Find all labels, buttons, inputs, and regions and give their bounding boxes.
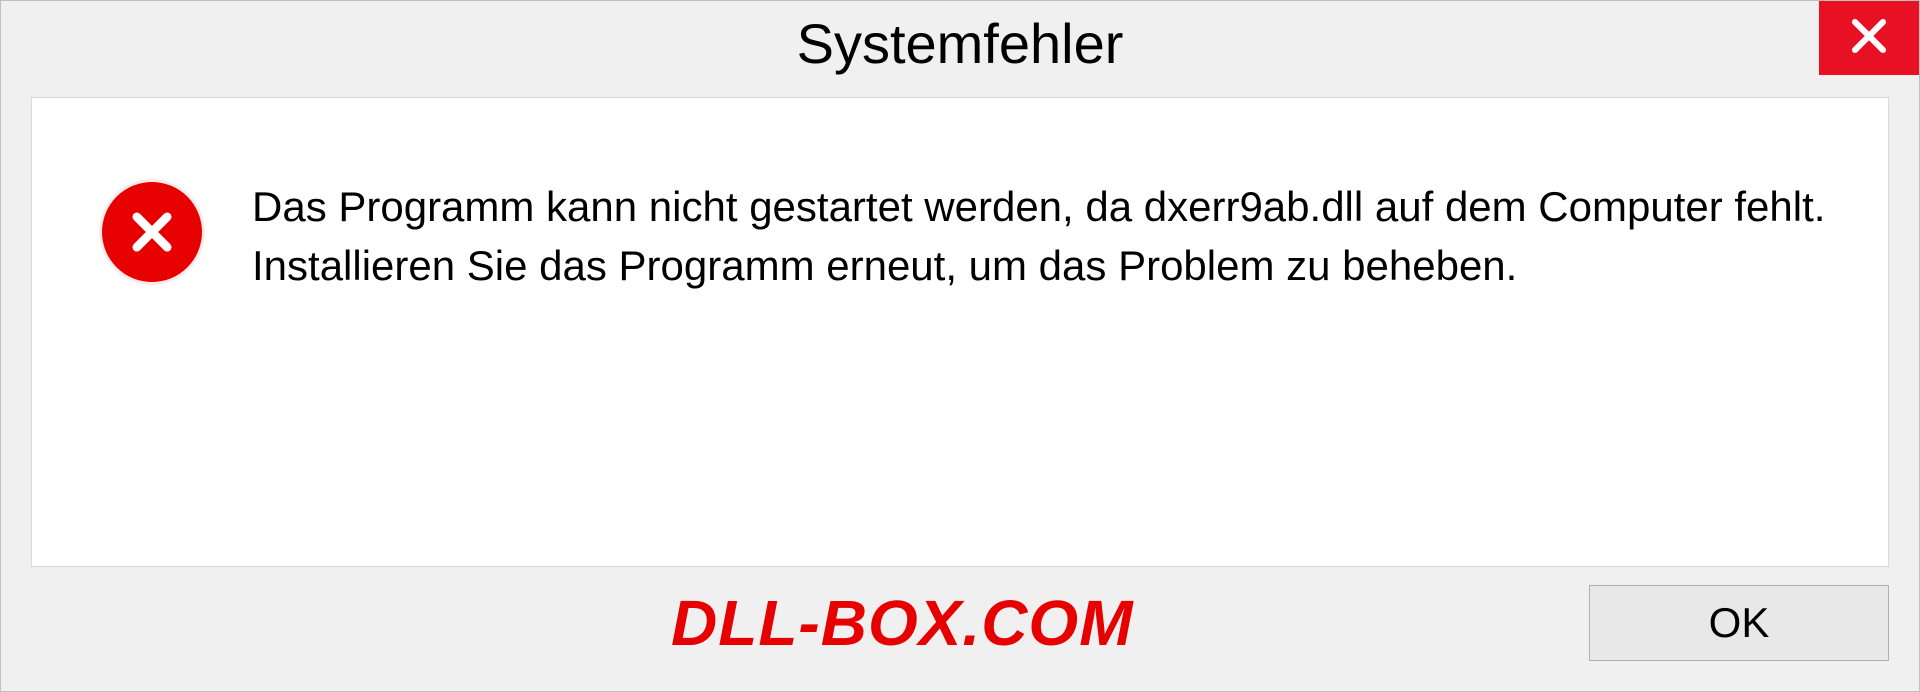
error-icon bbox=[102, 182, 202, 282]
ok-button[interactable]: OK bbox=[1589, 585, 1889, 661]
watermark-text: DLL-BOX.COM bbox=[671, 586, 1134, 660]
content-panel: Das Programm kann nicht gestartet werden… bbox=[31, 97, 1889, 567]
error-dialog: Systemfehler Das Programm kann nicht ges… bbox=[0, 0, 1920, 692]
dialog-title: Systemfehler bbox=[797, 11, 1124, 76]
close-button[interactable] bbox=[1819, 1, 1919, 75]
dialog-footer: DLL-BOX.COM OK bbox=[1, 585, 1919, 691]
error-message: Das Programm kann nicht gestartet werden… bbox=[252, 178, 1828, 296]
titlebar: Systemfehler bbox=[1, 1, 1919, 97]
close-icon bbox=[1848, 15, 1890, 62]
